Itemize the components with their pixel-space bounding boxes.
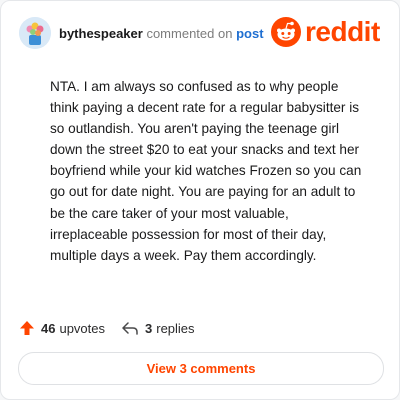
- upvote-button[interactable]: 46 upvotes: [19, 317, 105, 339]
- comment-card: bythespeaker commented on post reddit NT…: [0, 0, 400, 400]
- upvote-arrow-icon: [20, 321, 34, 335]
- reddit-wordmark: reddit: [305, 16, 380, 47]
- replies-count: 3: [145, 320, 153, 336]
- replies-button[interactable]: 3 replies: [121, 317, 195, 339]
- reddit-logo[interactable]: reddit: [271, 17, 383, 47]
- flower-bouquet-icon: [19, 17, 51, 49]
- username[interactable]: bythespeaker: [59, 26, 143, 41]
- comment-stats: 46 upvotes 3 replies: [19, 317, 383, 339]
- comment-header: bythespeaker commented on post reddit: [19, 15, 383, 51]
- view-comments-button[interactable]: View 3 comments: [18, 352, 384, 385]
- replies-label: replies: [156, 320, 195, 336]
- reply-arrow-icon: [122, 322, 138, 335]
- user-avatar[interactable]: [19, 17, 51, 49]
- upvotes-label: upvotes: [59, 320, 106, 336]
- comment-meta: bythespeaker commented on post: [59, 26, 264, 41]
- reddit-snoo-icon: [271, 17, 301, 47]
- post-link[interactable]: post: [236, 26, 263, 41]
- comment-body: NTA. I am always so confused as to why p…: [50, 79, 362, 263]
- upvotes-count: 46: [41, 320, 56, 336]
- action-text: commented on: [146, 26, 233, 41]
